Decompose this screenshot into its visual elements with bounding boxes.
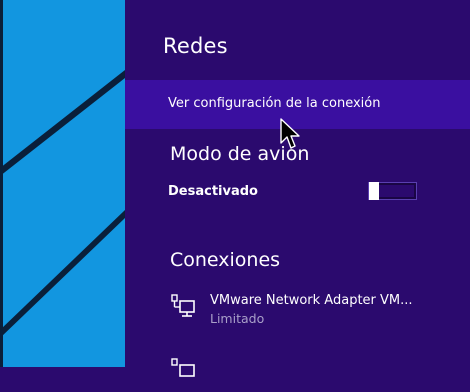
- networks-panel: Redes Ver configuración de la conexión M…: [125, 0, 470, 377]
- network-item-partial[interactable]: [170, 356, 460, 392]
- network-item-vmware[interactable]: VMware Network Adapter VM... Limitado: [170, 292, 460, 328]
- desktop-wallpaper-lines: [0, 0, 125, 367]
- network-item-name: VMware Network Adapter VM...: [210, 293, 413, 308]
- airplane-mode-state-label: Desactivado: [168, 184, 258, 199]
- airplane-mode-toggle[interactable]: [368, 182, 417, 200]
- toggle-track: [379, 185, 414, 197]
- wired-network-icon: [170, 356, 200, 386]
- mouse-cursor-icon: [280, 118, 300, 149]
- network-item-status: Limitado: [210, 311, 265, 326]
- desktop-background: [0, 0, 125, 367]
- view-connection-settings-label: Ver configuración de la conexión: [168, 96, 381, 111]
- panel-title: Redes: [163, 34, 228, 58]
- wired-network-icon: [170, 292, 200, 322]
- toggle-knob[interactable]: [369, 182, 379, 200]
- connections-title: Conexiones: [170, 249, 281, 271]
